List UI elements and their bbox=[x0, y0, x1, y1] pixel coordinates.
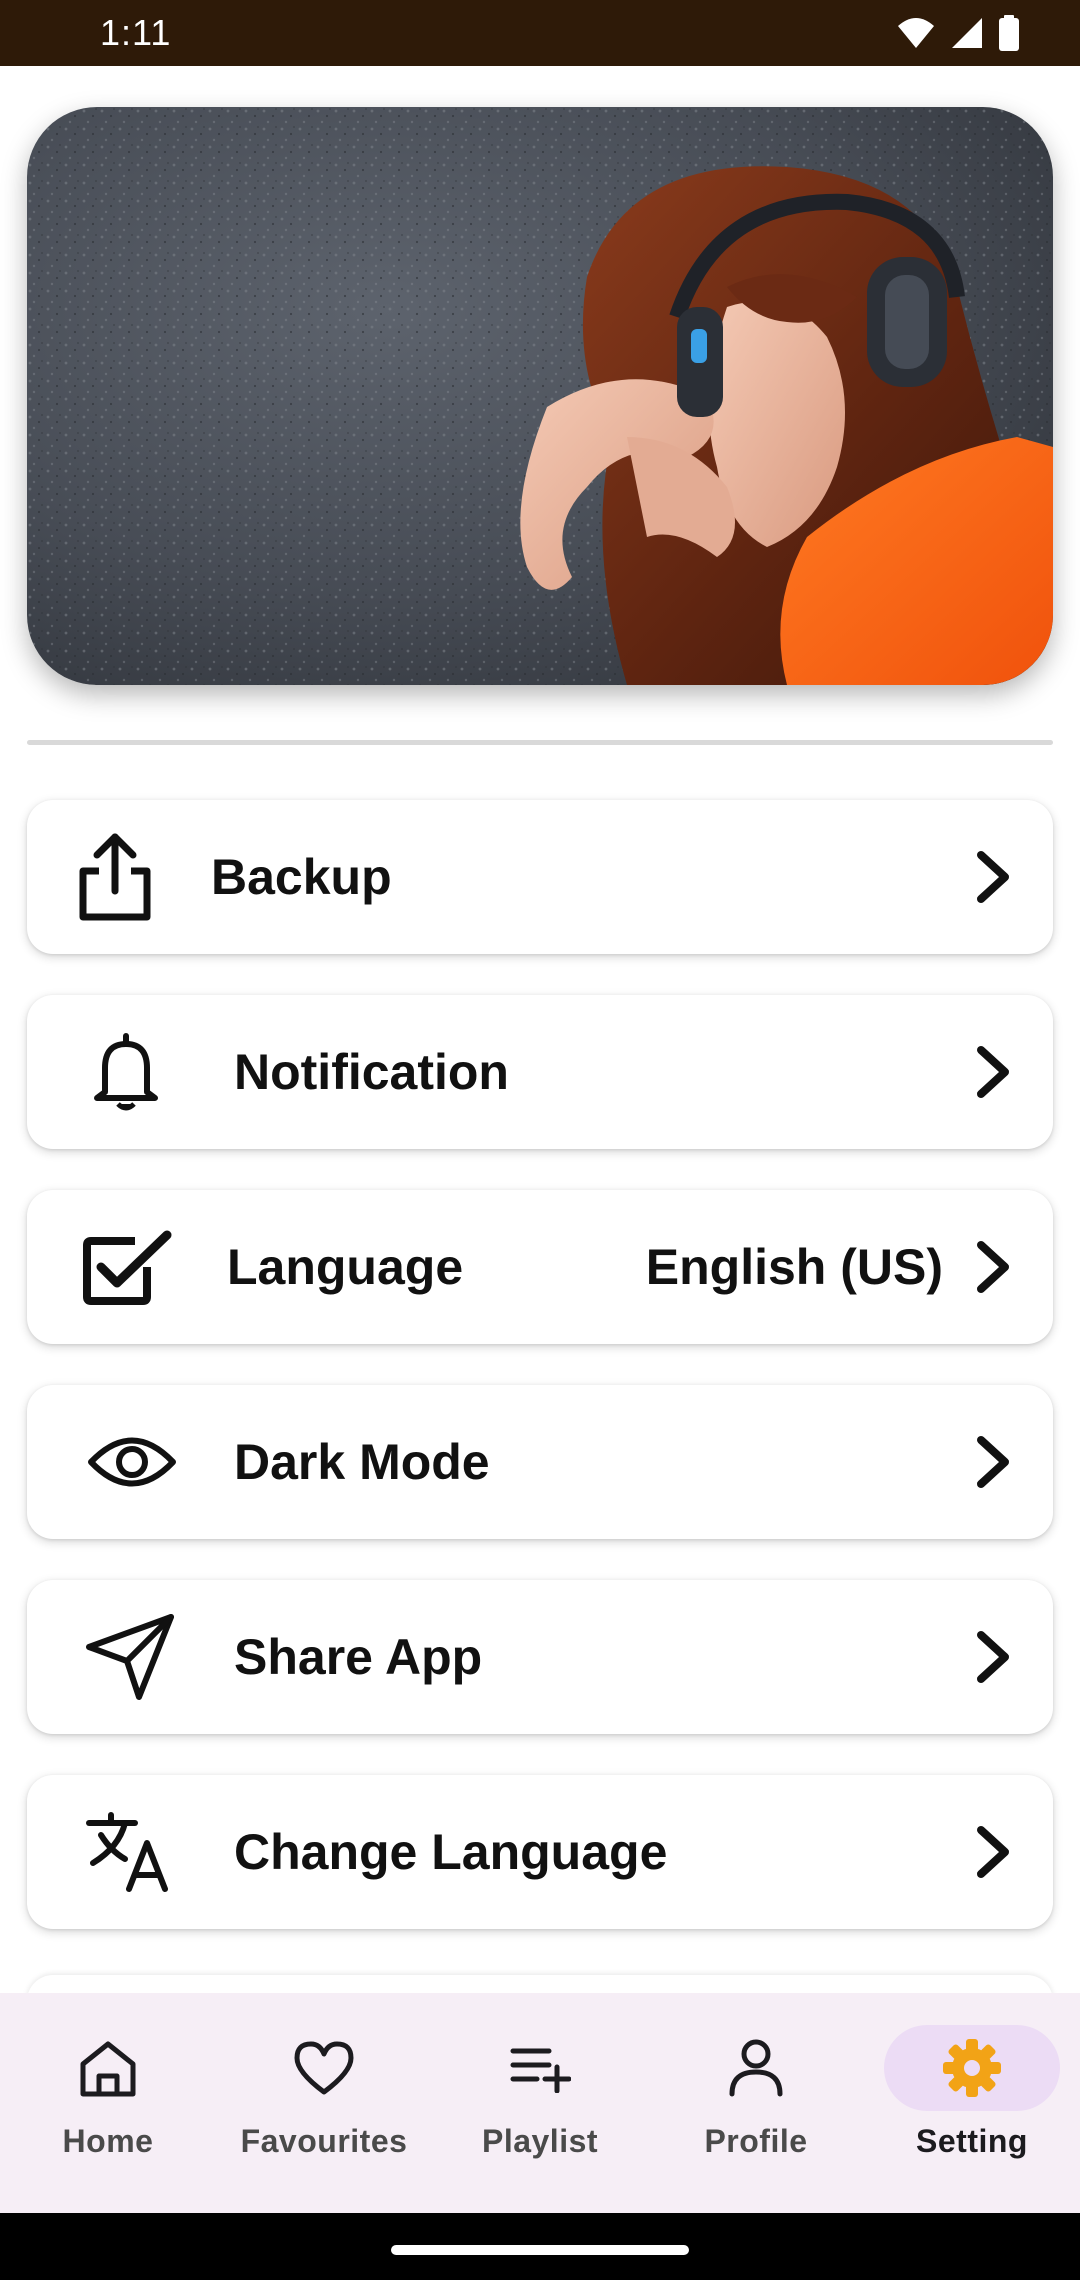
cellular-signal-icon bbox=[952, 18, 982, 48]
playlist-add-icon bbox=[510, 2048, 571, 2093]
setting-dark-mode-label: Dark Mode bbox=[234, 1434, 490, 1490]
setting-change-language-label: Change Language bbox=[234, 1824, 668, 1880]
status-time: 1:11 bbox=[100, 12, 172, 53]
chevron-right-icon bbox=[977, 1241, 1009, 1293]
nav-home[interactable]: Home bbox=[0, 1993, 216, 2213]
system-gesture-bar bbox=[0, 2213, 1080, 2280]
wifi-icon bbox=[898, 18, 934, 48]
battery-icon bbox=[999, 15, 1019, 51]
gear-icon bbox=[943, 2039, 1001, 2097]
chevron-right-icon bbox=[977, 1826, 1009, 1878]
nav-setting-label: Setting bbox=[916, 2123, 1028, 2159]
setting-backup[interactable]: Backup bbox=[27, 800, 1053, 954]
eye-icon bbox=[87, 1429, 177, 1495]
setting-backup-label: Backup bbox=[211, 849, 392, 905]
setting-share-app-label: Share App bbox=[234, 1629, 483, 1685]
setting-language-value: English (US) bbox=[645, 1239, 943, 1295]
bottom-navigation: Home Favourites Playlist Profile Setting bbox=[0, 1993, 1080, 2213]
checkbox-icon bbox=[81, 1227, 173, 1307]
nav-favourites-label: Favourites bbox=[240, 2123, 408, 2159]
section-divider bbox=[27, 740, 1053, 745]
setting-language-label: Language bbox=[227, 1239, 464, 1295]
heart-icon bbox=[294, 2041, 354, 2095]
setting-share-app[interactable]: Share App bbox=[27, 1580, 1053, 1734]
send-icon bbox=[83, 1611, 177, 1703]
setting-language[interactable]: Language English (US) bbox=[27, 1190, 1053, 1344]
nav-home-label: Home bbox=[62, 2123, 154, 2159]
chevron-right-icon bbox=[977, 1436, 1009, 1488]
person-icon bbox=[729, 2039, 783, 2097]
setting-notification-label: Notification bbox=[234, 1044, 509, 1100]
share-upload-icon bbox=[77, 831, 153, 923]
nav-favourites[interactable]: Favourites bbox=[216, 1993, 432, 2213]
hero-banner-image bbox=[27, 107, 1053, 685]
setting-notification[interactable]: Notification bbox=[27, 995, 1053, 1149]
nav-playlist[interactable]: Playlist bbox=[432, 1993, 648, 2213]
nav-profile[interactable]: Profile bbox=[648, 1993, 864, 2213]
setting-dark-mode[interactable]: Dark Mode bbox=[27, 1385, 1053, 1539]
bell-icon bbox=[93, 1032, 159, 1112]
chevron-right-icon bbox=[977, 1631, 1009, 1683]
nav-active-indicator bbox=[884, 2025, 1060, 2111]
nav-profile-label: Profile bbox=[704, 2123, 808, 2159]
home-icon bbox=[80, 2041, 136, 2097]
nav-setting[interactable]: Setting bbox=[864, 1993, 1080, 2213]
chevron-right-icon bbox=[977, 851, 1009, 903]
status-icons bbox=[896, 15, 1020, 51]
setting-change-language[interactable]: Change Language bbox=[27, 1775, 1053, 1929]
status-bar: 1:11 bbox=[0, 0, 1080, 66]
translate-icon bbox=[85, 1811, 175, 1893]
chevron-right-icon bbox=[977, 1046, 1009, 1098]
nav-playlist-label: Playlist bbox=[481, 2123, 599, 2159]
home-gesture-handle[interactable] bbox=[391, 2245, 689, 2255]
